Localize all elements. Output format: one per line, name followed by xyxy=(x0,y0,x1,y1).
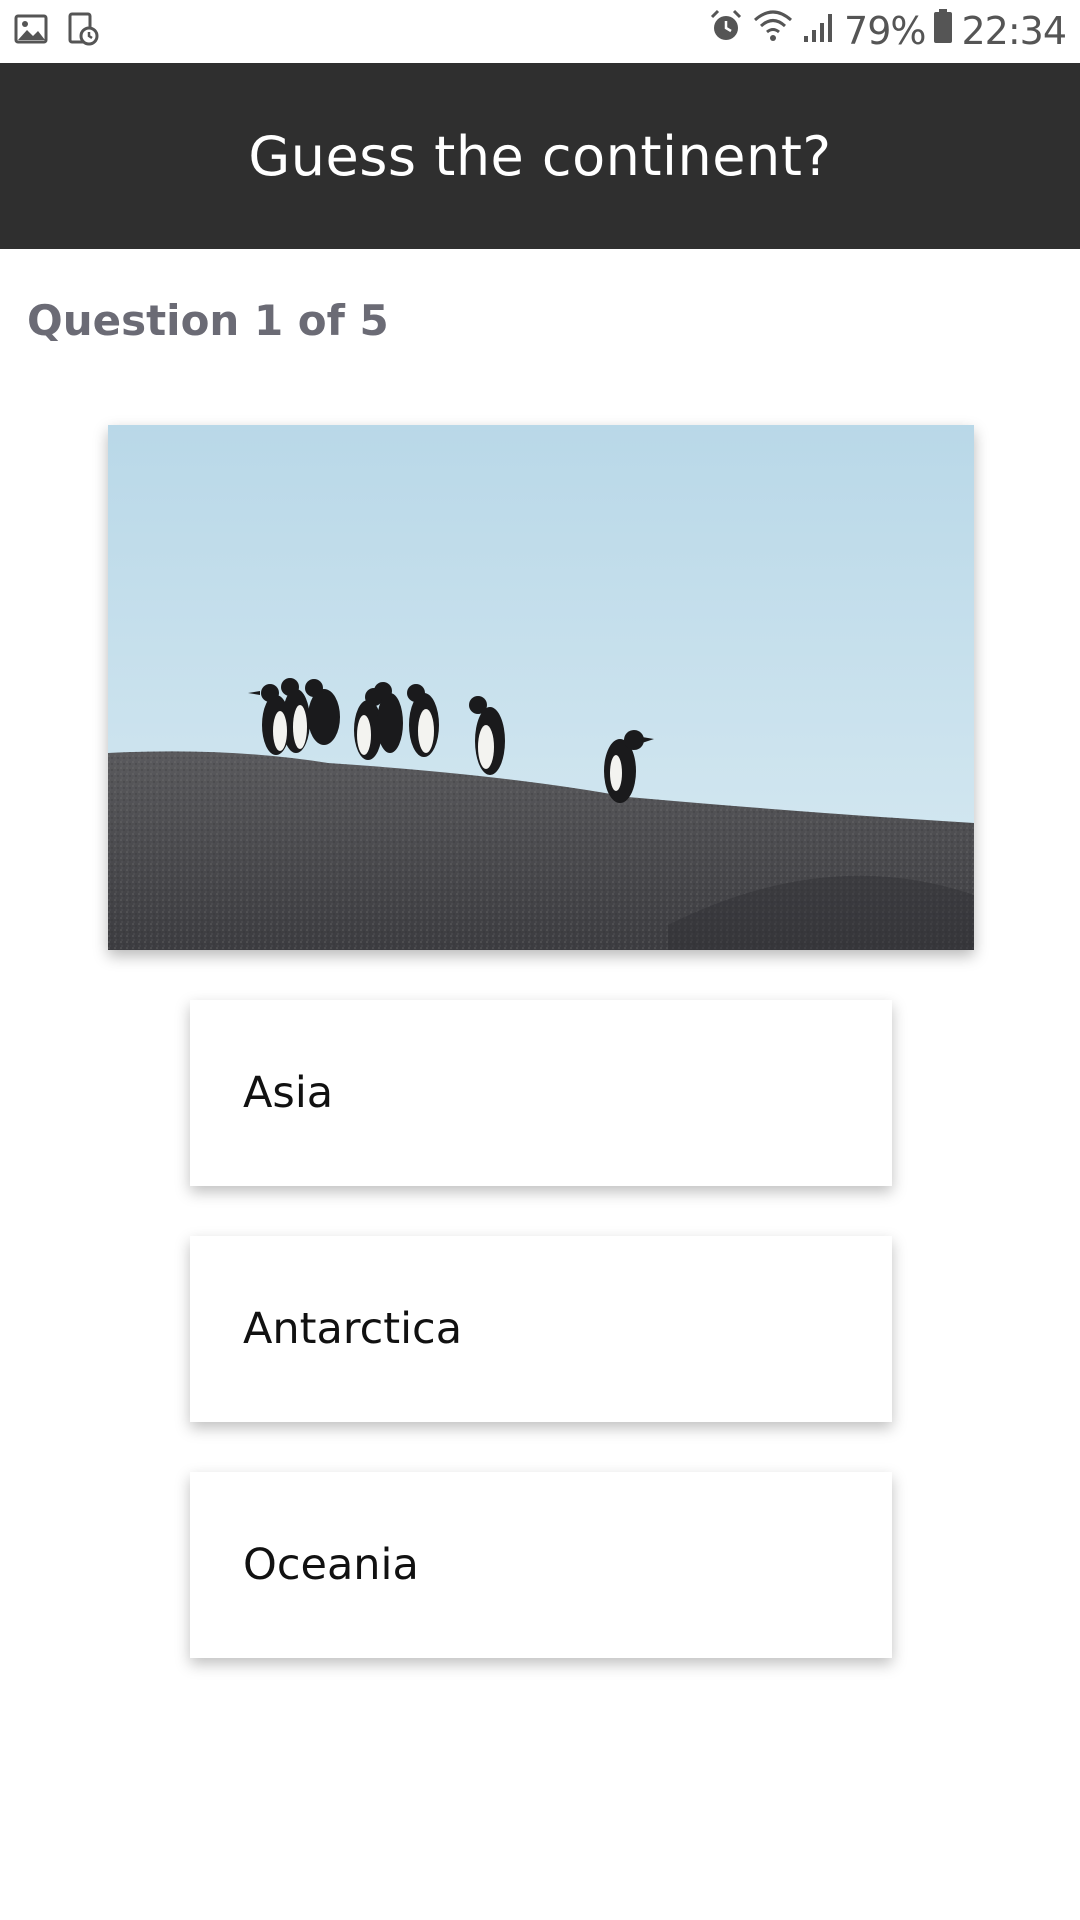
status-bar-system: 79% 22:34 xyxy=(708,8,1067,53)
wifi-icon xyxy=(752,8,794,53)
answer-label: Antarctica xyxy=(243,1304,463,1354)
answer-option-oceania[interactable]: Oceania xyxy=(190,1472,892,1658)
question-image xyxy=(108,425,974,950)
answer-option-antarctica[interactable]: Antarctica xyxy=(190,1236,892,1422)
answer-label: Oceania xyxy=(243,1540,419,1590)
page-title: Guess the continent? xyxy=(248,124,832,188)
status-bar-notifications xyxy=(14,12,100,51)
battery-percentage: 79% xyxy=(844,8,926,53)
question-counter: Question 1 of 5 xyxy=(27,296,389,345)
alarm-icon xyxy=(708,8,744,53)
answer-option-asia[interactable]: Asia xyxy=(190,1000,892,1186)
signal-icon xyxy=(802,9,836,53)
battery-icon xyxy=(933,8,953,53)
gallery-icon xyxy=(14,12,48,51)
screenshot-icon xyxy=(66,12,100,51)
clock: 22:34 xyxy=(961,8,1067,53)
status-bar: 79% 22:34 xyxy=(0,0,1080,63)
answer-label: Asia xyxy=(243,1068,334,1118)
app-header: Guess the continent? xyxy=(0,63,1080,249)
